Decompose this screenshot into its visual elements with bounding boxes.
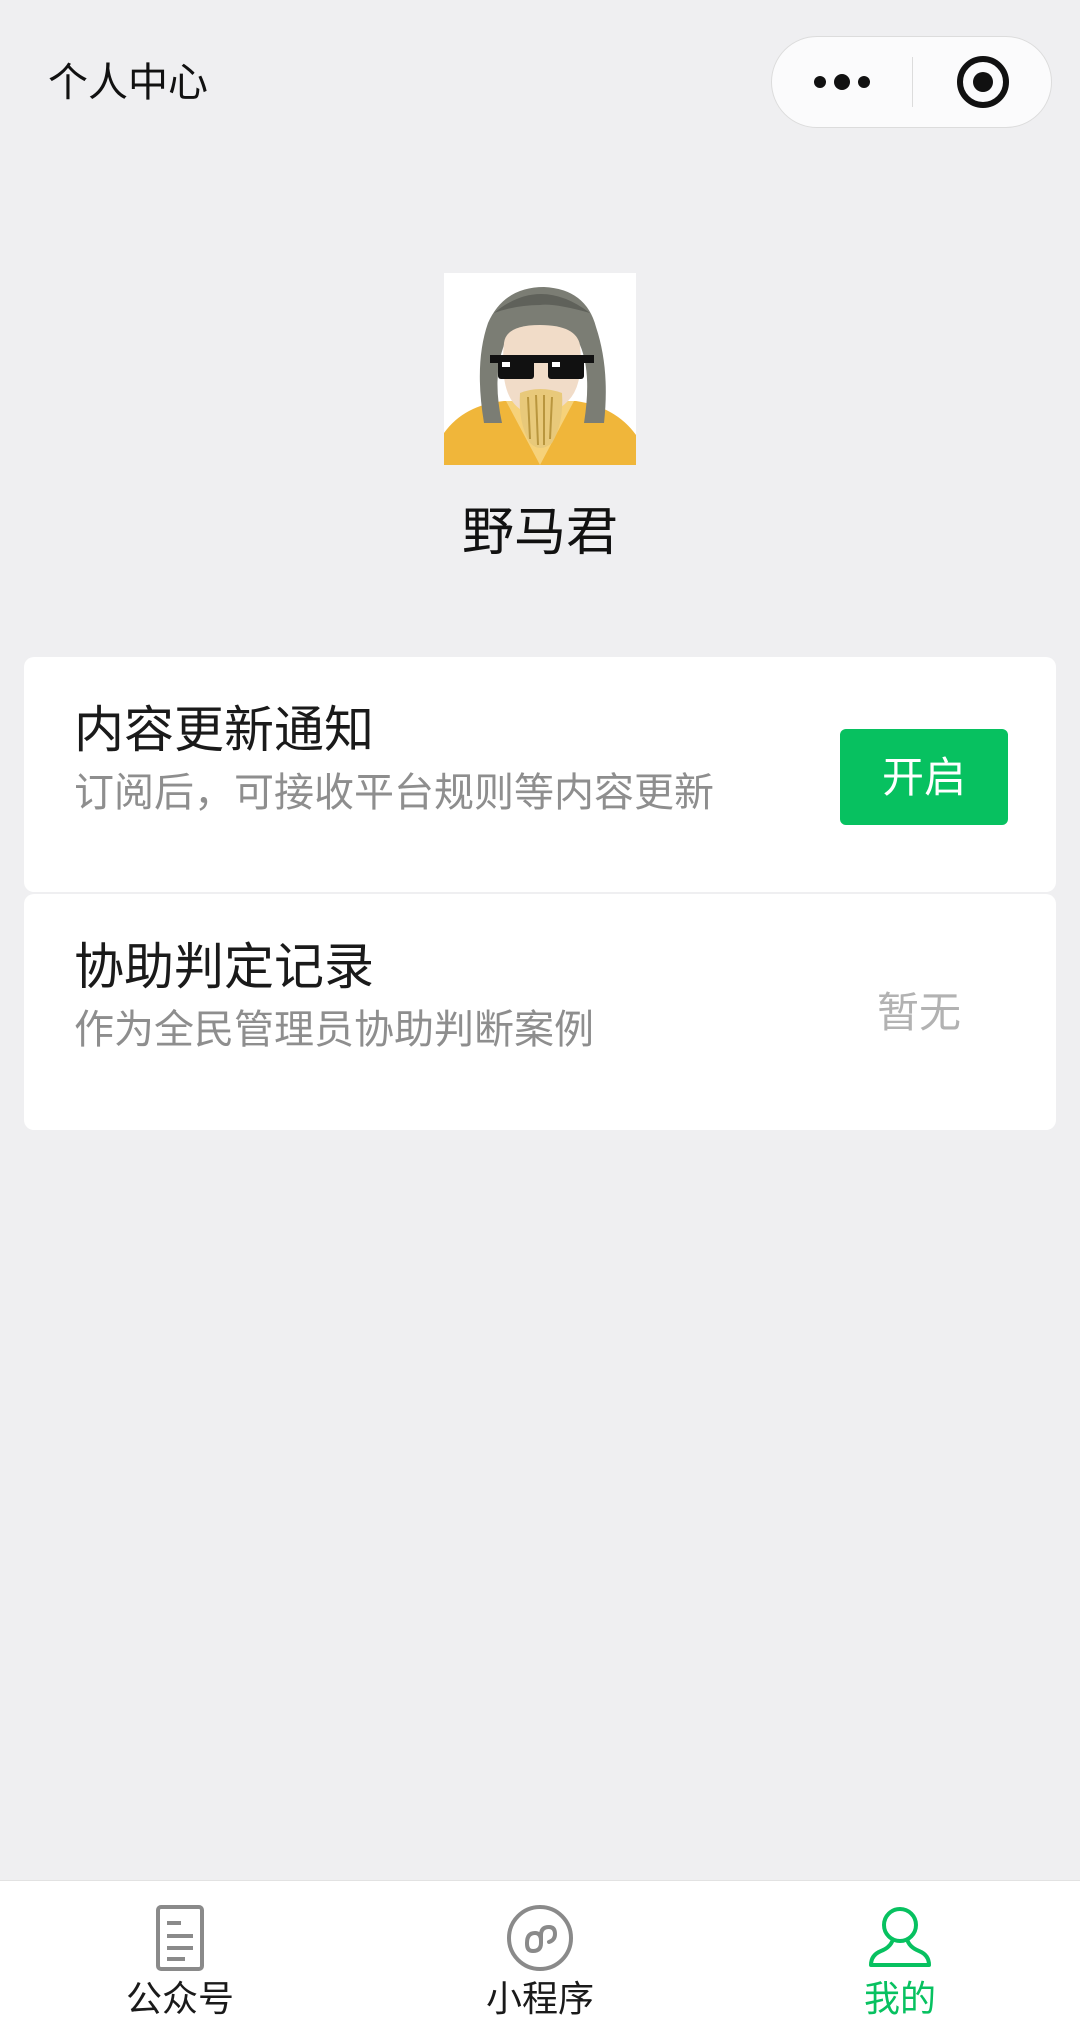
content-update-subtitle: 订阅后，可接收平台规则等内容更新 <box>74 770 714 816</box>
assist-record-subtitle: 作为全民管理员协助判断案例 <box>74 1007 594 1053</box>
avatar <box>444 273 636 465</box>
assist-record-status: 暂无 <box>877 988 962 1037</box>
close-button[interactable] <box>913 37 1053 127</box>
tab-label: 我的 <box>863 1979 936 2020</box>
enable-button[interactable]: 开启 <box>840 729 1008 825</box>
capsule-menu <box>771 36 1052 128</box>
page-title: 个人中心 <box>48 60 208 106</box>
content-update-card: 内容更新通知 订阅后，可接收平台规则等内容更新 开启 <box>24 657 1056 892</box>
user-nickname: 野马君 <box>461 503 618 563</box>
tab-mine[interactable]: 我的 <box>720 1881 1080 2041</box>
tab-label: 公众号 <box>125 1979 234 2020</box>
assist-record-card[interactable]: 协助判定记录 作为全民管理员协助判断案例 暂无 <box>24 894 1056 1130</box>
mini-program-icon <box>507 1905 573 1971</box>
assist-record-title: 协助判定记录 <box>74 938 374 996</box>
user-icon <box>869 1907 931 1967</box>
tab-bar: 公众号 小程序 我的 <box>0 1880 1080 2041</box>
document-icon <box>156 1905 204 1971</box>
cartoon-avatar-with-sunglasses <box>444 273 636 465</box>
nav-header: 个人中心 <box>0 0 1080 160</box>
tab-mini-program[interactable]: 小程序 <box>360 1881 720 2041</box>
content-update-title: 内容更新通知 <box>74 701 374 759</box>
tab-label: 小程序 <box>485 1979 594 2020</box>
more-dots-icon <box>814 74 870 90</box>
target-close-icon <box>957 56 1009 108</box>
tab-official-account[interactable]: 公众号 <box>0 1881 360 2041</box>
more-button[interactable] <box>772 37 912 127</box>
